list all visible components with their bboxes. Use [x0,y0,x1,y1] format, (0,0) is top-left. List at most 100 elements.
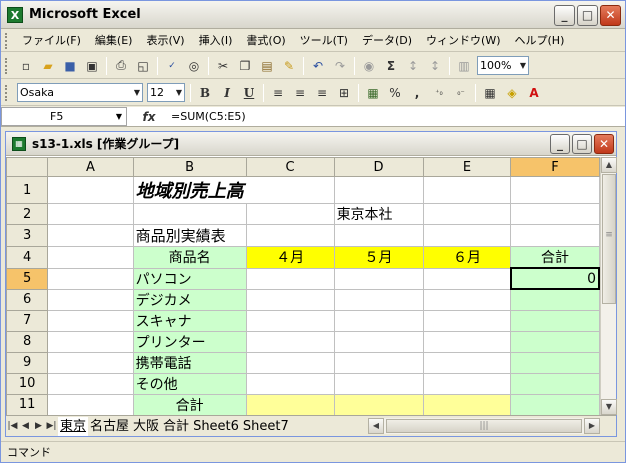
paste-icon[interactable]: ▤ [257,56,277,76]
cell-f1[interactable] [510,176,600,204]
cell-d4[interactable]: ５月 [333,246,424,269]
row-header[interactable]: 1 [6,176,49,204]
cell-d10[interactable] [333,372,424,395]
row-header[interactable]: 10 [6,372,49,395]
cell-f7[interactable] [510,309,600,332]
column-header-c[interactable]: C [245,157,335,177]
cell-c11[interactable] [245,393,335,415]
select-all-corner[interactable] [6,157,49,177]
cell-f2[interactable] [510,203,600,225]
cell-d9[interactable] [333,351,424,374]
row-header[interactable]: 4 [6,246,49,269]
permission-icon[interactable]: ▣ [82,56,102,76]
cut-icon[interactable]: ✂ [213,56,233,76]
cell-b6[interactable]: デジカメ [132,288,247,311]
row-header[interactable]: 7 [6,309,49,332]
first-sheet-icon[interactable]: |◀ [6,421,19,431]
title-bar[interactable]: X Microsoft Excel _ □ ✕ [1,1,625,29]
cell-a9[interactable] [47,351,134,374]
menu-grip[interactable] [5,32,9,49]
print-preview-icon[interactable]: ◱ [133,56,153,76]
cell-a5[interactable] [47,267,134,290]
menu-file[interactable]: ファイル(F) [15,30,88,52]
cell-b8[interactable]: プリンター [132,330,247,353]
font-name-combo[interactable]: Osaka ▼ [17,83,143,102]
format-painter-icon[interactable]: ✎ [279,56,299,76]
cell-c9[interactable] [245,351,335,374]
toolbar-grip[interactable] [5,84,9,101]
cell-f3[interactable] [510,224,600,247]
cell-e11[interactable] [422,393,512,415]
tab-sheet7[interactable]: Sheet7 [241,417,291,436]
cell-b2[interactable] [132,203,247,225]
tab-osaka[interactable]: 大阪 [131,417,161,436]
cell-b1[interactable]: 地域別売上高 [132,176,247,204]
vertical-scroll-thumb[interactable]: ≡ [602,174,616,304]
cell-d6[interactable] [333,288,424,311]
tab-total[interactable]: 合計 [161,417,191,436]
merge-center-icon[interactable]: ⊞ [334,83,354,103]
cell-b10[interactable]: その他 [132,372,247,395]
cell-d7[interactable] [333,309,424,332]
cell-a11[interactable] [47,393,134,415]
cell-e1[interactable] [422,176,512,204]
cell-e6[interactable] [422,288,512,311]
cell-d2[interactable]: 東京本社 [333,203,424,225]
cell-e5[interactable] [422,267,512,290]
tab-sheet6[interactable]: Sheet6 [191,417,241,436]
row-header[interactable]: 8 [6,330,49,353]
cell-c5[interactable] [245,267,335,290]
hyperlink-icon[interactable]: ◉ [359,56,379,76]
horizontal-scrollbar[interactable]: ◀ ||| ▶ [368,418,600,434]
cell-c10[interactable] [245,372,335,395]
cell-b5[interactable]: パソコン [132,267,247,290]
cell-b7[interactable]: スキャナ [132,309,247,332]
cell-f4[interactable]: 合計 [510,246,600,269]
spelling-icon[interactable]: ✓ [162,56,182,76]
insert-function-icon[interactable]: fx [127,110,171,124]
menu-tools[interactable]: ツール(T) [293,30,355,52]
cell-a8[interactable] [47,330,134,353]
prev-sheet-icon[interactable]: ◀ [19,421,32,431]
cell-d5[interactable] [333,267,424,290]
underline-button[interactable]: U [239,83,259,103]
open-folder-icon[interactable]: ▰ [38,56,58,76]
cell-b4[interactable]: 商品名 [132,246,247,269]
align-right-icon[interactable]: ≡ [312,83,332,103]
research-icon[interactable]: ◎ [184,56,204,76]
print-icon[interactable]: ⎙ [111,56,131,76]
cell-d8[interactable] [333,330,424,353]
menu-view[interactable]: 表示(V) [139,30,191,52]
cell-e2[interactable] [422,203,512,225]
row-header[interactable]: 3 [6,224,49,247]
sort-descending-icon[interactable]: ↕ [425,56,445,76]
vertical-scrollbar[interactable]: ▲ ≡ ▼ [600,157,617,415]
tab-tokyo[interactable]: 東京 [58,416,89,436]
row-header[interactable]: 2 [6,203,49,225]
row-header[interactable]: 9 [6,351,49,374]
cell-c3[interactable] [245,224,335,247]
scroll-down-icon[interactable]: ▼ [601,399,617,415]
workbook-close-button[interactable]: ✕ [594,134,614,154]
increase-decimal-icon[interactable]: ⁺₀ [429,83,449,103]
menu-format[interactable]: 書式(O) [239,30,292,52]
cell-d11[interactable] [333,393,424,415]
cell-f11[interactable] [510,393,600,415]
cell-e8[interactable] [422,330,512,353]
close-button[interactable]: ✕ [600,5,621,26]
cell-c2[interactable] [245,203,335,225]
cell-b11[interactable]: 合計 [132,393,247,415]
cell-a3[interactable] [47,224,134,247]
cell-f8[interactable] [510,330,600,353]
cell-a1[interactable] [47,176,134,204]
autosum-icon[interactable]: Σ [381,56,401,76]
cell-c1[interactable] [245,176,335,204]
cell-c8[interactable] [245,330,335,353]
name-box[interactable]: F5 ▼ [1,107,127,126]
borders-icon[interactable]: ▦ [480,83,500,103]
undo-icon[interactable]: ↶ [308,56,328,76]
decrease-decimal-icon[interactable]: ₀⁻ [451,83,471,103]
last-sheet-icon[interactable]: ▶| [45,421,58,431]
cell-a6[interactable] [47,288,134,311]
cell-f9[interactable] [510,351,600,374]
